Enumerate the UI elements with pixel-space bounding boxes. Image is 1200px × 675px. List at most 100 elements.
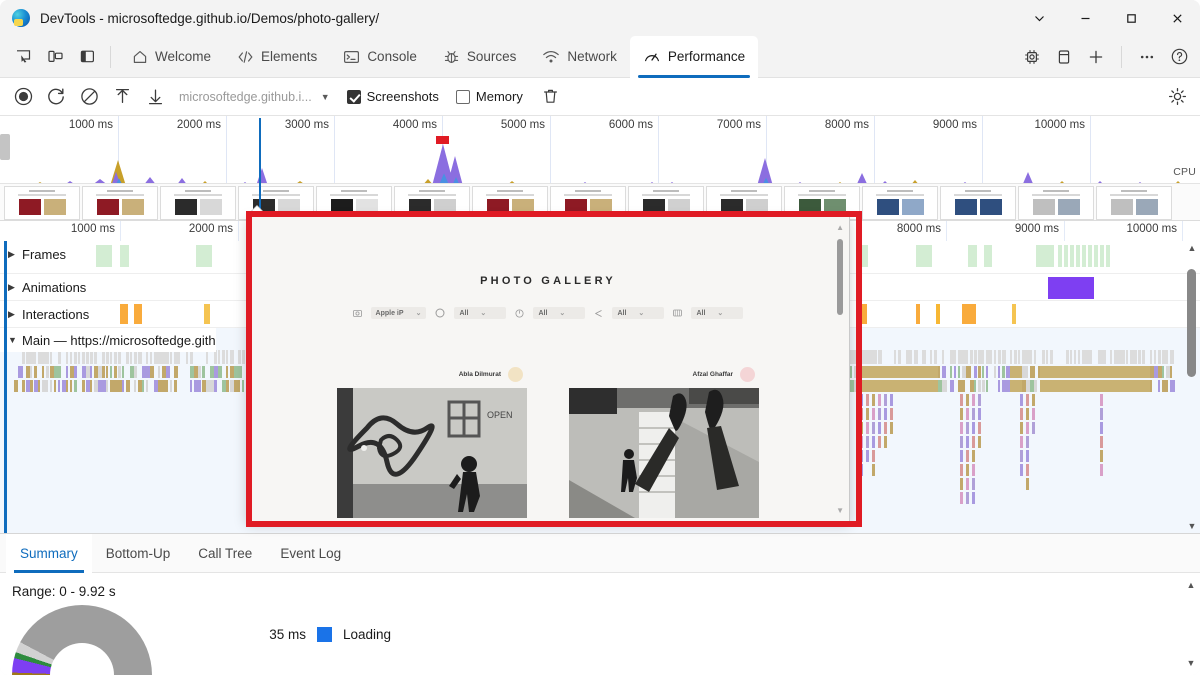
selection-left-edge[interactable] [4, 241, 7, 533]
flame-bar-deep[interactable] [966, 492, 969, 504]
filmstrip-frame[interactable] [1018, 186, 1094, 220]
flame-bar[interactable] [238, 350, 241, 364]
flame-bar[interactable] [58, 366, 61, 378]
flame-bar[interactable] [1134, 350, 1137, 364]
tab-network[interactable]: Network [529, 36, 630, 78]
timeline-bar[interactable] [1100, 245, 1104, 267]
flame-bar[interactable] [950, 366, 952, 378]
flame-bar[interactable] [954, 366, 956, 378]
flame-bar-deep[interactable] [978, 436, 981, 448]
filmstrip-frame[interactable] [862, 186, 938, 220]
flame-bar[interactable] [74, 350, 77, 364]
flame-bar[interactable] [238, 380, 240, 392]
flame-bar[interactable] [50, 350, 52, 364]
flame-bar[interactable] [118, 350, 121, 364]
flame-bar-deep[interactable] [1100, 450, 1103, 462]
flame-bar[interactable] [174, 380, 177, 392]
flame-bar[interactable] [106, 350, 109, 364]
flame-bar-deep[interactable] [1026, 478, 1029, 490]
flame-bar-deep[interactable] [960, 478, 963, 490]
flame-bar-wide[interactable] [1010, 380, 1022, 392]
flame-bar-deep[interactable] [972, 422, 975, 434]
timeline-bar[interactable] [204, 304, 210, 324]
flame-bar[interactable] [898, 350, 901, 364]
flame-bar[interactable] [58, 380, 60, 392]
flame-bar[interactable] [102, 366, 105, 378]
memory-chip-icon[interactable] [1017, 43, 1047, 71]
flame-bar-deep[interactable] [966, 464, 969, 476]
flame-bar-wide[interactable] [860, 380, 938, 392]
flame-bar-deep[interactable] [878, 408, 881, 420]
flame-bar[interactable] [1170, 350, 1174, 364]
flame-bar-deep[interactable] [1032, 422, 1035, 434]
flame-bar-deep[interactable] [1032, 408, 1035, 420]
profile-url-dropdown[interactable]: microsoftedge.github.i... ▼ [179, 90, 330, 104]
flame-bar-deep[interactable] [872, 394, 875, 406]
flame-bar[interactable] [854, 380, 856, 392]
flame-bar[interactable] [954, 350, 956, 364]
flame-bar-deep[interactable] [978, 408, 981, 420]
scroll-down-arrow-icon[interactable]: ▼ [1185, 656, 1197, 670]
filmstrip-frame[interactable] [706, 186, 782, 220]
flame-bar-deep[interactable] [872, 464, 875, 476]
gear-icon[interactable] [1162, 83, 1192, 111]
record-button[interactable] [8, 83, 38, 111]
flame-bar-deep[interactable] [960, 394, 963, 406]
application-storage-icon[interactable] [1049, 43, 1079, 71]
flame-bar-deep[interactable] [860, 408, 863, 420]
flame-bar[interactable] [1150, 380, 1152, 392]
tab-call-tree[interactable]: Call Tree [184, 534, 266, 573]
flame-bar[interactable] [910, 350, 912, 364]
flame-bar[interactable] [966, 350, 968, 364]
flame-bar-deep[interactable] [972, 394, 975, 406]
scroll-down-arrow-icon[interactable]: ▼ [1186, 519, 1198, 533]
flame-bar[interactable] [874, 350, 877, 364]
flame-bar[interactable] [974, 350, 977, 364]
flame-bar[interactable] [134, 350, 137, 364]
timeline-bar[interactable] [916, 304, 920, 324]
filter-camera[interactable]: Apple iP ⌄ [371, 307, 427, 319]
flame-bar[interactable] [982, 366, 984, 378]
timeline-bar[interactable] [860, 304, 867, 324]
flame-bar[interactable] [90, 366, 92, 378]
tab-elements[interactable]: Elements [224, 36, 330, 78]
flame-bar-deep[interactable] [1026, 436, 1029, 448]
flame-bar[interactable] [950, 380, 954, 392]
flame-bar[interactable] [1154, 350, 1156, 364]
flame-bar[interactable] [70, 380, 72, 392]
timeline-bar[interactable] [1076, 245, 1080, 267]
flame-bar-deep[interactable] [1100, 408, 1103, 420]
flame-bar-deep[interactable] [972, 464, 975, 476]
flame-bar-deep[interactable] [960, 450, 963, 462]
flame-bar[interactable] [30, 380, 33, 392]
flame-bar[interactable] [986, 366, 988, 378]
more-options-chevron-icon[interactable] [1016, 0, 1062, 36]
tracks-vertical-scrollbar[interactable]: ▲ ▼ [1186, 241, 1198, 533]
timeline-bar[interactable] [860, 245, 868, 267]
flame-bar[interactable] [1026, 366, 1028, 378]
timeline-bar[interactable] [1088, 245, 1092, 267]
flame-bar-deep[interactable] [878, 422, 881, 434]
reload-and-record-button[interactable] [41, 83, 71, 111]
flame-bar[interactable] [142, 380, 144, 392]
flame-bar[interactable] [30, 366, 32, 378]
flame-bar[interactable] [850, 366, 852, 378]
filmstrip-frame[interactable] [394, 186, 470, 220]
timeline-bar[interactable] [1064, 245, 1068, 267]
flame-bar[interactable] [1078, 350, 1080, 364]
flame-bar[interactable] [38, 380, 40, 392]
flame-bar-deep[interactable] [866, 450, 869, 462]
flame-bar[interactable] [218, 366, 222, 378]
flame-bar-deep[interactable] [1026, 422, 1029, 434]
flame-bar[interactable] [1150, 350, 1152, 364]
flame-bar-wide[interactable] [1040, 366, 1150, 378]
flame-bar[interactable] [970, 350, 973, 364]
flame-bar-deep[interactable] [1026, 408, 1029, 420]
tab-welcome[interactable]: Welcome [119, 36, 224, 78]
flame-bar[interactable] [86, 350, 89, 364]
flame-bar-wide[interactable] [1010, 366, 1022, 378]
flame-bar[interactable] [1034, 350, 1036, 364]
flame-bar-deep[interactable] [1026, 394, 1029, 406]
flame-bar[interactable] [22, 380, 25, 392]
flame-bar[interactable] [122, 380, 124, 392]
